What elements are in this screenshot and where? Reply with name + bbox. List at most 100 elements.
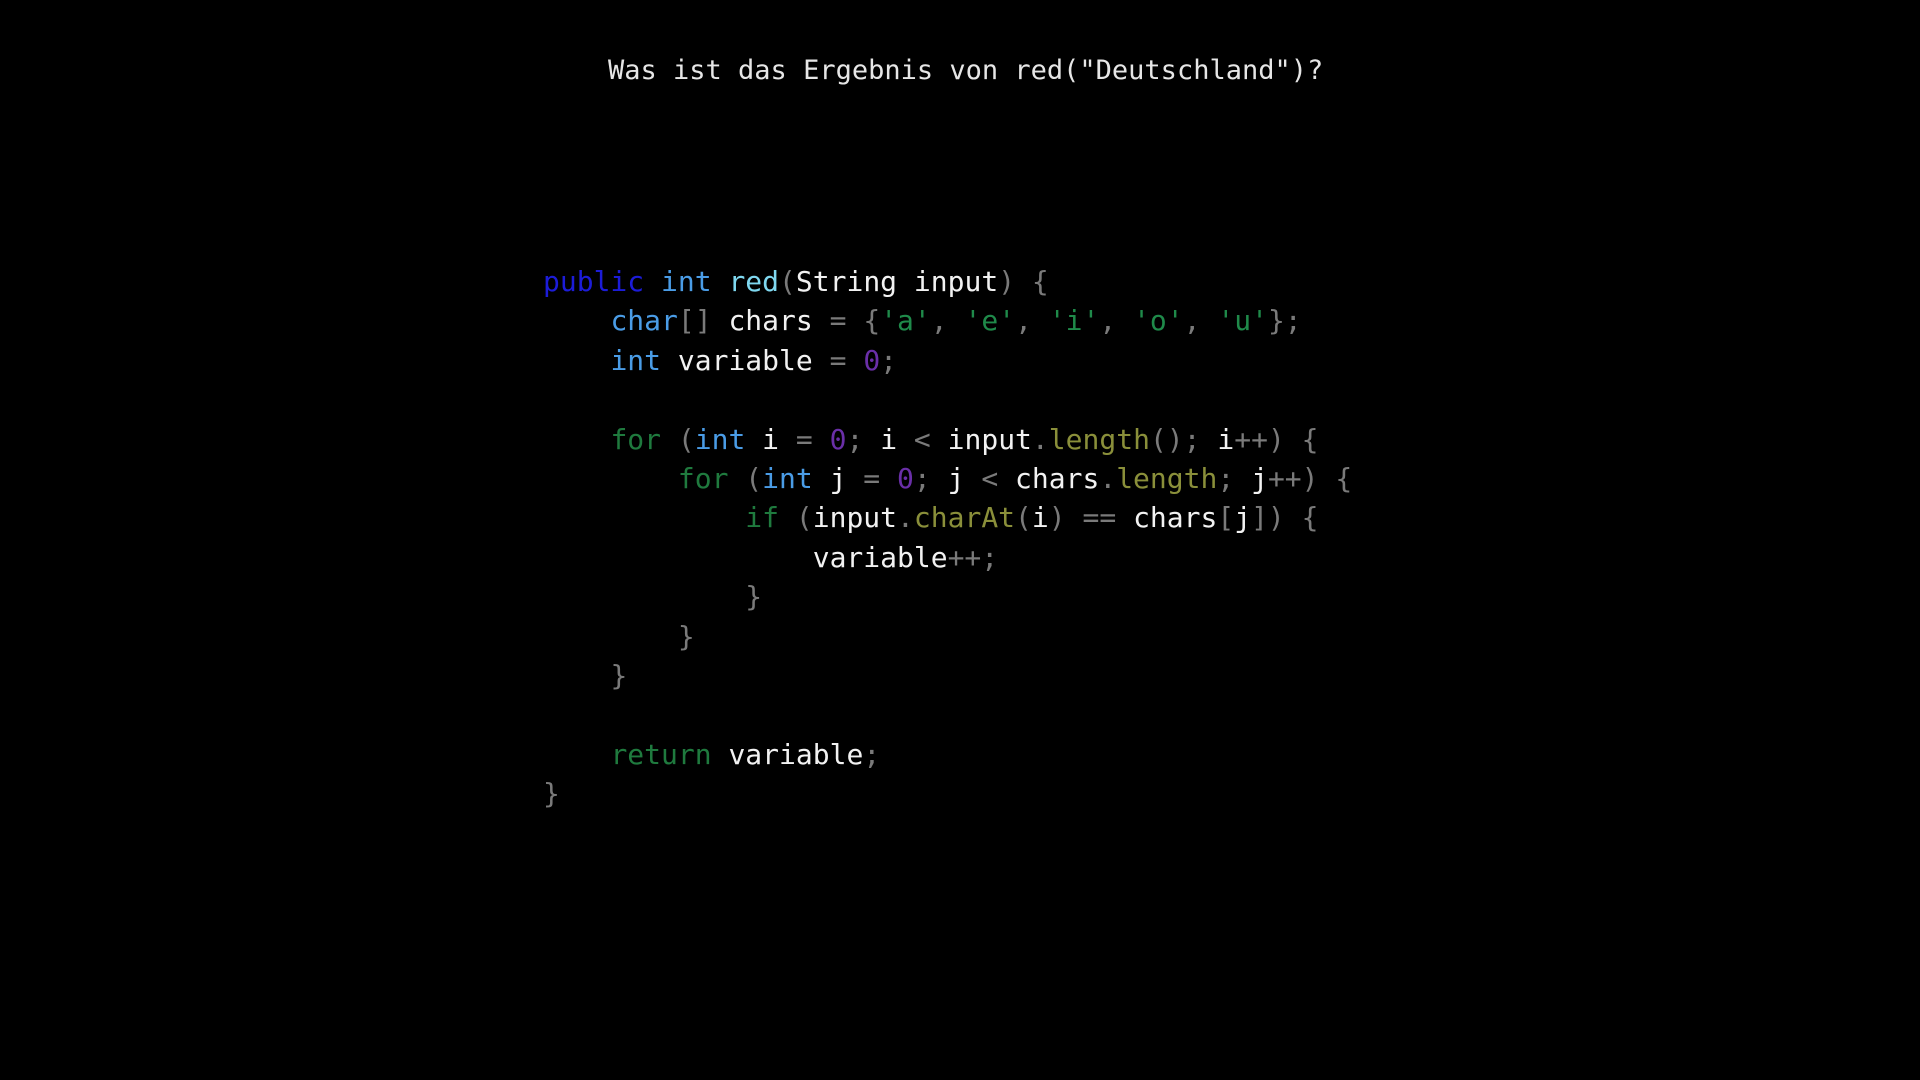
code-token-punct: [] bbox=[677, 304, 712, 338]
code-token-ident bbox=[712, 265, 729, 298]
code-token-method: length bbox=[1048, 422, 1150, 456]
code-token-ident: j bbox=[829, 461, 847, 495]
code-token-punct: { bbox=[863, 304, 881, 338]
code-line: } bbox=[543, 774, 1352, 813]
code-token-punct: ]) { bbox=[1251, 501, 1319, 535]
code-token-punct: , bbox=[930, 304, 965, 338]
code-token-string: 'u' bbox=[1217, 304, 1268, 338]
code-token-punct: < bbox=[897, 422, 948, 456]
code-line: } bbox=[543, 656, 1352, 695]
code-token-ident bbox=[712, 304, 729, 337]
code-line: int variable = 0; bbox=[543, 341, 1352, 380]
code-token-punct: ( bbox=[1015, 501, 1032, 535]
code-token-ident: variable bbox=[812, 540, 948, 574]
code-token-ident bbox=[543, 738, 610, 771]
code-token-punct: , bbox=[1183, 304, 1218, 338]
code-token-punct: , bbox=[1099, 304, 1134, 338]
code-token-method-def: red bbox=[728, 265, 780, 298]
code-token-punct: . bbox=[1099, 461, 1117, 495]
code-token-ident bbox=[661, 344, 678, 377]
code-token-ident: chars bbox=[1015, 461, 1100, 495]
code-token-punct: ( bbox=[661, 422, 695, 456]
code-token-ident: i bbox=[880, 422, 898, 456]
code-token-ident: input bbox=[812, 501, 898, 535]
code-token-method: length bbox=[1116, 461, 1218, 495]
code-line: variable++; bbox=[543, 538, 1352, 577]
code-line: char[] chars = {'a', 'e', 'i', 'o', 'u'}… bbox=[543, 301, 1352, 340]
code-token-punct: ; bbox=[880, 343, 898, 377]
code-block: public int red(String input) { char[] ch… bbox=[543, 262, 1352, 813]
code-token-ident bbox=[543, 620, 678, 653]
code-token-punct: , bbox=[1015, 304, 1049, 338]
code-token-type: char bbox=[610, 304, 678, 338]
code-token-punct: { bbox=[1031, 265, 1049, 298]
code-token-ident bbox=[543, 659, 610, 692]
code-token-punct: = bbox=[846, 461, 898, 495]
code-token-punct: = bbox=[779, 422, 830, 456]
code-token-punct: ; bbox=[913, 461, 948, 495]
code-token-control: for bbox=[610, 422, 662, 456]
code-line: } bbox=[543, 617, 1352, 656]
code-token-ident: j bbox=[1234, 501, 1252, 535]
code-token-ident bbox=[543, 541, 813, 574]
code-token-punct: = bbox=[812, 343, 864, 377]
code-line: return variable; bbox=[543, 735, 1352, 774]
code-token-kw-access: public bbox=[543, 265, 645, 298]
code-token-method: charAt bbox=[913, 501, 1016, 535]
question-heading: Was ist das Ergebnis von red("Deutschlan… bbox=[608, 55, 1324, 86]
code-token-number: 0 bbox=[829, 422, 847, 456]
slide: { "question": "Was ist das Ergebnis von … bbox=[0, 0, 1920, 1080]
code-token-punct: ( bbox=[779, 501, 813, 535]
code-token-type: int bbox=[694, 422, 746, 456]
code-token-punct: ) bbox=[998, 265, 1016, 298]
code-token-punct: ; bbox=[846, 422, 881, 456]
code-token-ident bbox=[1015, 265, 1032, 298]
code-token-string: 'a' bbox=[880, 304, 931, 338]
code-token-ident: chars bbox=[728, 304, 813, 338]
code-token-punct: ; bbox=[1217, 461, 1252, 495]
code-token-ident bbox=[543, 344, 610, 377]
code-token-ident: variable bbox=[728, 737, 864, 771]
code-token-punct: ) == bbox=[1048, 501, 1134, 535]
code-token-punct: < bbox=[964, 461, 1016, 495]
code-token-ident: input bbox=[947, 422, 1032, 456]
code-token-punct: ( bbox=[779, 265, 796, 298]
code-token-ident bbox=[543, 423, 610, 456]
code-token-punct: = bbox=[812, 304, 864, 338]
code-token-punct: ; bbox=[863, 737, 881, 771]
code-token-punct: [ bbox=[1217, 501, 1235, 535]
code-token-ident: i bbox=[1031, 501, 1049, 535]
code-token-control: return bbox=[610, 737, 712, 771]
code-token-ident: variable bbox=[677, 343, 813, 377]
code-token-ident: j bbox=[1251, 461, 1268, 495]
code-token-ident bbox=[813, 462, 830, 495]
code-token-type: int bbox=[762, 461, 813, 495]
code-token-punct: ++) { bbox=[1234, 422, 1319, 456]
code-token-type: int bbox=[610, 343, 662, 377]
code-token-number: 0 bbox=[897, 461, 914, 495]
code-token-ident bbox=[712, 738, 729, 771]
code-token-punct: ++; bbox=[947, 540, 999, 574]
code-token-punct: } bbox=[610, 658, 628, 692]
code-line: for (int j = 0; j < chars.length; j++) { bbox=[543, 459, 1352, 498]
code-token-ident: String bbox=[795, 265, 898, 298]
code-token-string: 'o' bbox=[1133, 304, 1184, 338]
code-token-punct: } bbox=[677, 619, 695, 653]
code-token-punct: ( bbox=[728, 461, 763, 495]
code-token-ident: input bbox=[913, 265, 999, 298]
code-token-control: if bbox=[745, 501, 780, 535]
code-token-ident bbox=[897, 265, 914, 298]
code-token-punct: . bbox=[897, 501, 914, 535]
code-line: } bbox=[543, 577, 1352, 616]
code-token-punct: } bbox=[543, 777, 560, 811]
code-token-string: 'i' bbox=[1048, 304, 1100, 338]
code-token-punct: . bbox=[1031, 422, 1049, 456]
code-token-ident bbox=[543, 501, 745, 534]
code-token-number: 0 bbox=[863, 343, 881, 377]
code-line: for (int i = 0; i < input.length(); i++)… bbox=[543, 420, 1352, 459]
code-line: if (input.charAt(i) == chars[j]) { bbox=[543, 498, 1352, 537]
code-token-ident: i bbox=[762, 422, 780, 456]
code-token-ident bbox=[745, 423, 762, 456]
